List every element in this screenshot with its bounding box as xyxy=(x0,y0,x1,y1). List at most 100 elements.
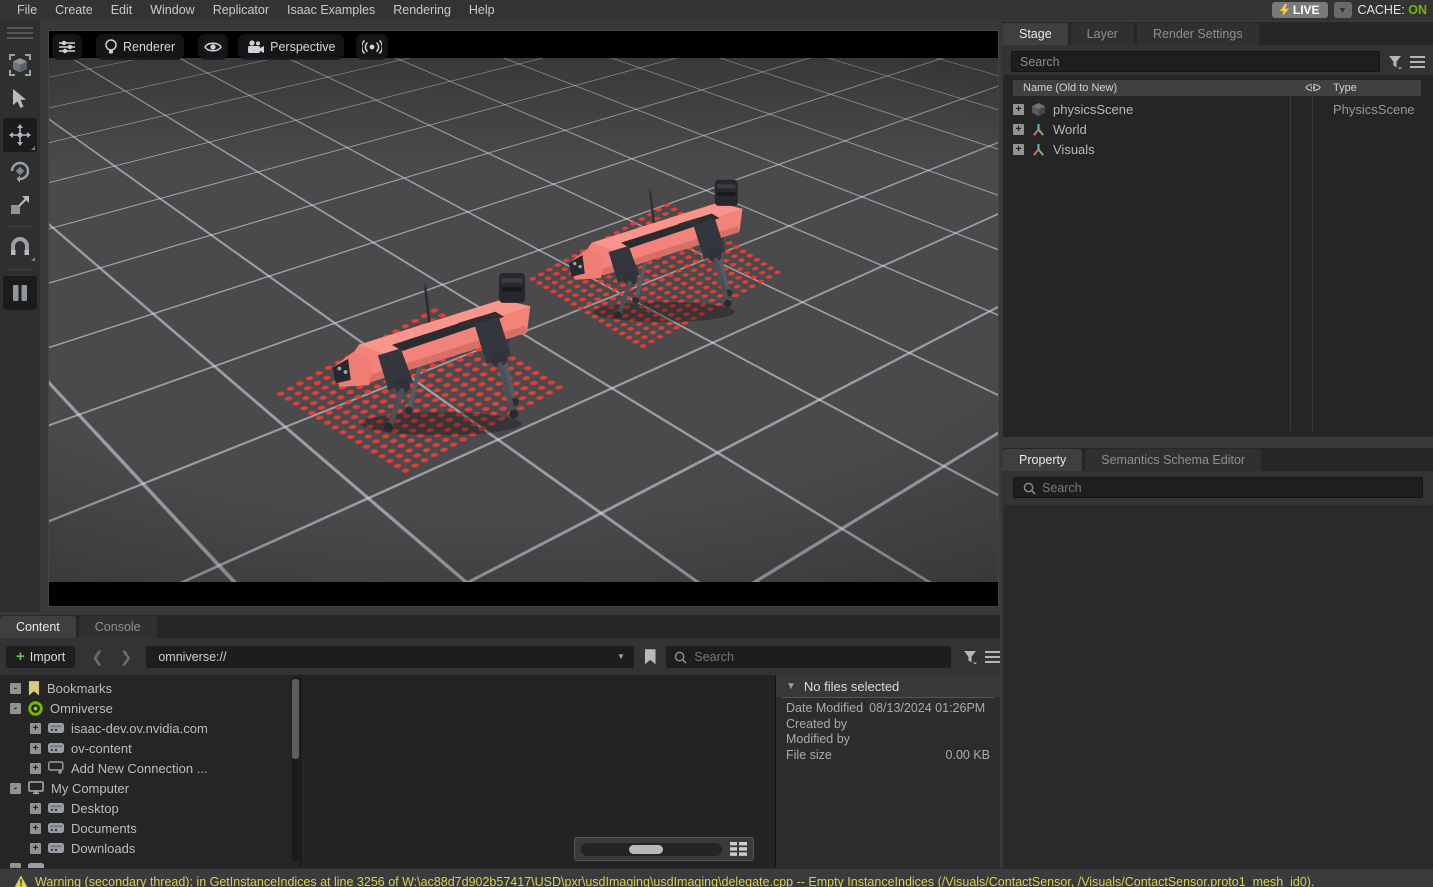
tree-item-label: Bookmarks xyxy=(47,681,112,696)
thumbnail-size-slider[interactable] xyxy=(581,843,722,856)
scrollbar-thumb[interactable] xyxy=(292,679,299,759)
options-menu-icon[interactable] xyxy=(985,651,1000,663)
column-name-header[interactable]: Name (Old to New) xyxy=(1013,82,1117,94)
menu-file[interactable]: File xyxy=(8,0,46,20)
path-input[interactable] xyxy=(146,646,634,668)
viewport-render-area[interactable] xyxy=(49,58,998,582)
filter-icon[interactable] xyxy=(963,650,977,664)
tree-row-desktop[interactable]: + Desktop xyxy=(0,798,300,818)
back-button[interactable]: ❮ xyxy=(83,648,112,666)
grid-view-icon[interactable] xyxy=(730,842,747,856)
tree-row-downloads[interactable]: + Downloads xyxy=(0,838,300,858)
pause-button[interactable] xyxy=(3,276,37,310)
camera-menu-button[interactable]: Perspective xyxy=(238,34,344,60)
path-dropdown-icon[interactable]: ▼ xyxy=(617,652,625,661)
tab-semantics-schema-editor[interactable]: Semantics Schema Editor xyxy=(1085,449,1261,471)
status-warning-text[interactable]: Warning (secondary thread): in GetInstan… xyxy=(35,875,1314,887)
rotate-tool-button[interactable] xyxy=(3,156,37,186)
sliders-icon xyxy=(59,40,75,54)
import-button[interactable]: + Import xyxy=(6,646,75,668)
property-search-input[interactable] xyxy=(1013,477,1423,498)
content-search-field[interactable] xyxy=(666,646,951,668)
collapse-caret-icon[interactable]: ▼ xyxy=(786,681,796,692)
tree-row-my-computer[interactable]: - My Computer xyxy=(0,778,300,798)
expand-toggle[interactable]: + xyxy=(30,763,41,774)
tab-console[interactable]: Console xyxy=(79,616,157,638)
tab-content[interactable]: Content xyxy=(0,616,76,638)
bookmark-icon xyxy=(28,681,40,696)
file-grid-area[interactable] xyxy=(301,675,776,868)
tab-property[interactable]: Property xyxy=(1003,449,1082,471)
scale-tool-button[interactable] xyxy=(3,190,37,220)
stage-tree-header[interactable]: Name (Old to New) Type xyxy=(1013,80,1421,96)
visibility-menu-button[interactable] xyxy=(198,34,228,60)
lightning-bolt-icon xyxy=(1280,4,1289,16)
xform-icon xyxy=(1031,142,1046,157)
xform-icon xyxy=(1031,122,1046,137)
expand-toggle[interactable]: + xyxy=(30,723,41,734)
renderer-menu-button[interactable]: Renderer xyxy=(96,34,184,60)
tree-row-partial[interactable]: - xyxy=(0,858,300,868)
stage-search-input[interactable] xyxy=(1011,51,1380,72)
tab-layer[interactable]: Layer xyxy=(1071,23,1134,45)
selection-header[interactable]: ▼ No files selected xyxy=(776,675,1000,697)
collapse-toggle[interactable]: - xyxy=(10,683,21,694)
toolbar-drag-handle[interactable] xyxy=(7,27,33,39)
drive-icon xyxy=(48,842,64,855)
menu-window[interactable]: Window xyxy=(141,0,203,20)
snap-tool-button[interactable] xyxy=(3,233,37,263)
menu-rendering[interactable]: Rendering xyxy=(384,0,460,20)
select-mode-button[interactable] xyxy=(3,50,37,80)
forward-button[interactable]: ❯ xyxy=(112,648,141,666)
expand-toggle[interactable]: + xyxy=(1013,124,1024,135)
visibility-column-eye-icon[interactable] xyxy=(1305,82,1321,93)
tree-row-bookmarks[interactable]: - Bookmarks xyxy=(0,678,300,698)
menu-edit[interactable]: Edit xyxy=(102,0,142,20)
column-type-header[interactable]: Type xyxy=(1333,82,1357,94)
magnet-icon xyxy=(9,237,31,259)
tab-render-settings[interactable]: Render Settings xyxy=(1137,23,1259,45)
expand-toggle[interactable]: + xyxy=(30,743,41,754)
prim-label: World xyxy=(1053,122,1087,137)
path-field[interactable]: ▼ xyxy=(146,646,634,668)
tree-row-server[interactable]: + ov-content xyxy=(0,738,300,758)
menu-replicator[interactable]: Replicator xyxy=(204,0,278,20)
stage-row-physicsscene[interactable]: + physicsScene xyxy=(1013,99,1133,119)
expand-toggle[interactable]: + xyxy=(30,803,41,814)
stage-row-visuals[interactable]: + Visuals xyxy=(1013,139,1095,159)
collapse-toggle[interactable]: - xyxy=(10,783,21,794)
stage-row-world[interactable]: + World xyxy=(1013,119,1087,139)
options-menu-icon[interactable] xyxy=(1410,56,1425,68)
viewport-toolbar-top: Renderer Perspective xyxy=(49,33,388,61)
menu-create[interactable]: Create xyxy=(46,0,102,20)
expand-toggle[interactable]: + xyxy=(30,823,41,834)
live-dropdown-button[interactable]: ▼ xyxy=(1334,2,1352,18)
tab-stage[interactable]: Stage xyxy=(1003,23,1068,45)
expand-toggle[interactable]: + xyxy=(1013,144,1024,155)
bookmark-icon[interactable] xyxy=(644,649,657,665)
tree-row-omniverse[interactable]: - Omniverse xyxy=(0,698,300,718)
tree-row-server[interactable]: + isaac-dev.ov.nvidia.com xyxy=(0,718,300,738)
select-tool-button[interactable] xyxy=(3,84,37,114)
move-tool-button[interactable] xyxy=(3,118,37,152)
collapse-toggle[interactable]: - xyxy=(10,703,21,714)
filter-icon[interactable] xyxy=(1388,55,1402,69)
expand-toggle[interactable]: + xyxy=(30,843,41,854)
viewport-settings-button[interactable] xyxy=(52,34,82,60)
tree-scrollbar[interactable] xyxy=(292,677,299,862)
anymal-robot-rear xyxy=(564,161,764,323)
slider-thumb[interactable] xyxy=(629,845,663,854)
menu-isaac-examples[interactable]: Isaac Examples xyxy=(278,0,384,20)
live-button[interactable]: LIVE xyxy=(1272,2,1328,18)
menu-help[interactable]: Help xyxy=(460,0,504,20)
broadcast-button[interactable] xyxy=(356,34,388,60)
cache-status: CACHE: ON xyxy=(1358,3,1429,17)
drive-icon xyxy=(48,822,64,835)
selection-header-label: No files selected xyxy=(804,679,899,694)
server-icon xyxy=(48,742,64,755)
content-search-input[interactable] xyxy=(666,646,951,668)
tree-row-documents[interactable]: + Documents xyxy=(0,818,300,838)
renderer-label: Renderer xyxy=(123,40,175,54)
expand-toggle[interactable]: + xyxy=(1013,104,1024,115)
tree-row-add-connection[interactable]: + Add New Connection ... xyxy=(0,758,300,778)
